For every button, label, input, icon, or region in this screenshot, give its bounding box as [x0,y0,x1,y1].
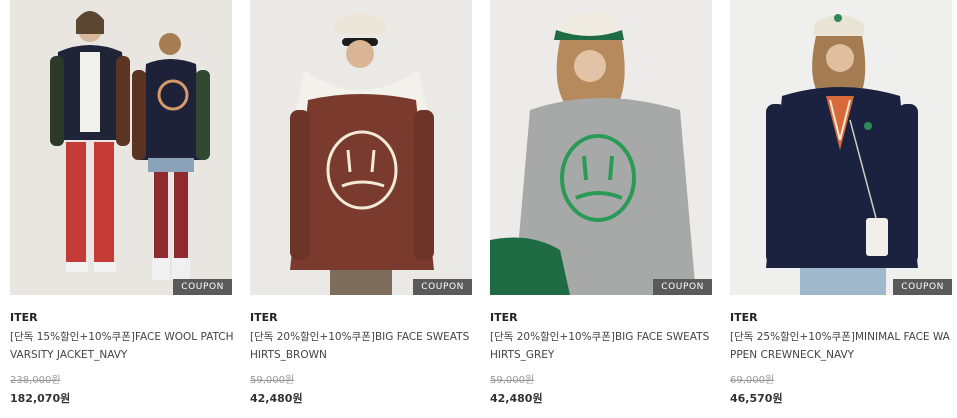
product-card[interactable]: COUPON ITER [단독 20%할인+10%쿠폰]BIG FACE SWE… [490,0,712,418]
grey-sweatshirt-image [490,0,712,295]
coupon-badge: COUPON [653,279,712,295]
product-card[interactable]: COUPON ITER [단독 15%할인+10%쿠폰]FACE WOOL PA… [10,0,234,418]
product-card[interactable]: COUPON ITER [단독 20%할인+10%쿠폰]BIG FACE SWE… [250,0,472,418]
brand-name[interactable]: ITER [10,311,38,324]
coupon-badge: COUPON [413,279,472,295]
coupon-badge: COUPON [893,279,952,295]
product-name[interactable]: [단독 15%할인+10%쿠폰]FACE WOOL PATCH VARSITY … [10,328,236,364]
product-name[interactable]: [단독 20%할인+10%쿠폰]BIG FACE SWEATSHIRTS_GRE… [490,328,716,364]
original-price: 59,000원 [250,375,295,386]
brand-name[interactable]: ITER [490,311,518,324]
brown-sweatshirt-image [250,0,472,295]
product-image[interactable]: COUPON [490,0,712,295]
original-price: 69,000원 [730,375,775,386]
varsity-jacket-image [10,0,232,295]
coupon-badge: COUPON [173,279,232,295]
sale-price: 182,070원 [10,392,71,405]
product-name[interactable]: [단독 20%할인+10%쿠폰]BIG FACE SWEATSHIRTS_BRO… [250,328,476,364]
navy-crewneck-image [730,0,952,295]
product-card[interactable]: COUPON ITER [단독 25%할인+10%쿠폰]MINIMAL FACE… [730,0,952,418]
product-image[interactable]: COUPON [730,0,952,295]
original-price: 59,000원 [490,375,535,386]
sale-price: 46,570원 [730,392,783,405]
sale-price: 42,480원 [250,392,303,405]
brand-name[interactable]: ITER [730,311,758,324]
product-name[interactable]: [단독 25%할인+10%쿠폰]MINIMAL FACE WAPPEN CREW… [730,328,956,364]
sale-price: 42,480원 [490,392,543,405]
original-price: 238,000원 [10,375,61,386]
product-image[interactable]: COUPON [250,0,472,295]
product-image[interactable]: COUPON [10,0,232,295]
brand-name[interactable]: ITER [250,311,278,324]
product-grid: COUPON ITER [단독 15%할인+10%쿠폰]FACE WOOL PA… [10,0,955,418]
